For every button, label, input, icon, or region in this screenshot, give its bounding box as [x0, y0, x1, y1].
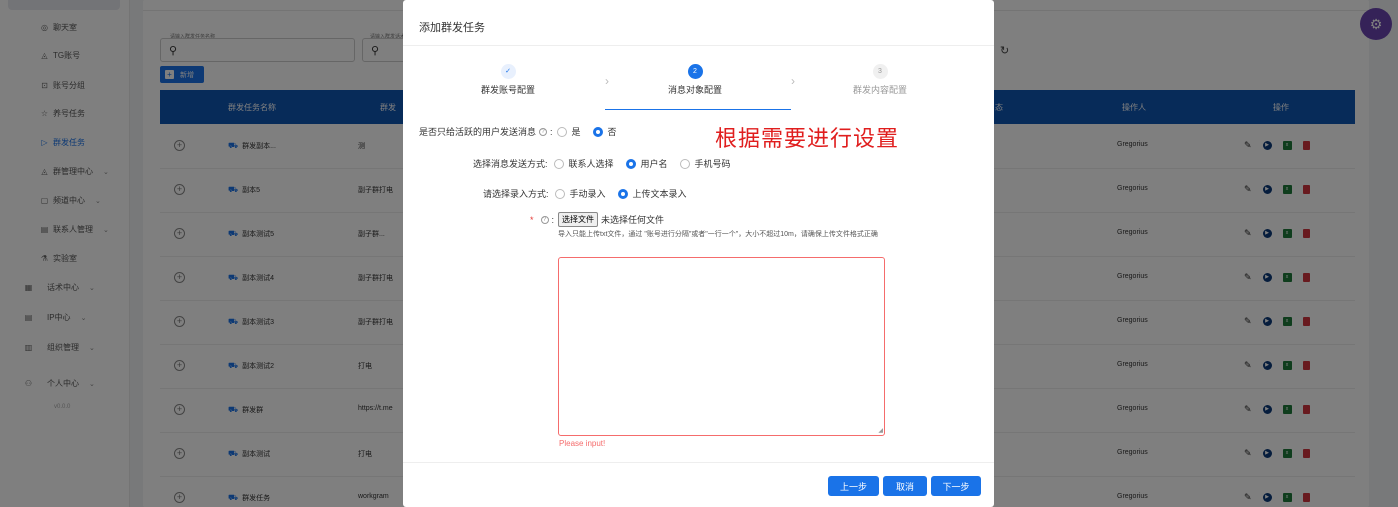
send-method-label: 选择消息发送方式:: [473, 159, 548, 169]
file-status: 未选择任何文件: [601, 215, 665, 225]
step-1: ✓ 群发账号配置: [443, 64, 573, 96]
chevron-right-icon: ›: [791, 74, 795, 88]
chevron-right-icon: ›: [605, 74, 609, 88]
choose-file-button[interactable]: 选择文件: [558, 212, 599, 227]
next-button[interactable]: 下一步: [931, 476, 981, 496]
modal-header-divider: [403, 45, 994, 46]
send-username-radio[interactable]: 用户名: [625, 157, 668, 170]
step-3-number: 3: [872, 64, 888, 79]
step-check-icon: ✓: [500, 64, 516, 79]
send-phone-radio[interactable]: 手机号码: [679, 157, 731, 170]
step-2-label: 消息对象配置: [667, 85, 722, 95]
cancel-button[interactable]: 取消: [883, 476, 927, 496]
help-icon[interactable]: ?: [539, 127, 548, 136]
active-step-underline: [605, 109, 791, 110]
active-only-no-radio[interactable]: 否: [592, 125, 617, 138]
active-only-row: 是否只给活跃的用户发送消息 ? : 是 否: [419, 125, 617, 138]
validation-error: Please input!: [559, 439, 606, 448]
help-icon[interactable]: ?: [540, 215, 549, 224]
upload-hint: 导入只能上传txt文件，通过 "账号进行分隔"或者"一行一个"，大小不超过10m…: [558, 231, 878, 238]
input-method-row: 请选择录入方式: 手动录入 上传文本录入: [483, 187, 699, 200]
step-2: 2 消息对象配置: [630, 64, 760, 96]
step-1-label: 群发账号配置: [480, 85, 535, 95]
annotation-note: 根据需要进行设置: [715, 127, 900, 152]
send-method-row: 选择消息发送方式: 联系人选择 用户名 手机号码: [473, 157, 743, 170]
active-only-yes-radio[interactable]: 是: [556, 125, 581, 138]
add-task-modal: 添加群发任务 ✓ 群发账号配置 › 2 消息对象配置 › 3 群发内容配置 是否…: [403, 0, 994, 507]
step-2-number: 2: [687, 64, 703, 79]
active-only-label: 是否只给活跃的用户发送消息: [419, 127, 537, 137]
manual-input-radio[interactable]: 手动录入: [554, 187, 606, 200]
input-method-label: 请选择录入方式:: [483, 189, 549, 199]
upload-input-radio[interactable]: 上传文本录入: [617, 187, 687, 200]
prev-button[interactable]: 上一步: [828, 476, 879, 496]
targets-textarea[interactable]: ◢: [558, 257, 885, 436]
step-3-label: 群发内容配置: [852, 85, 907, 95]
send-contact-radio[interactable]: 联系人选择: [553, 157, 614, 170]
modal-footer-divider: [403, 462, 994, 463]
resize-grip-icon[interactable]: ◢: [878, 427, 883, 434]
file-row: * ? : 选择文件 未选择任何文件: [530, 212, 664, 227]
modal-title: 添加群发任务: [419, 22, 485, 34]
step-3: 3 群发内容配置: [815, 64, 945, 96]
